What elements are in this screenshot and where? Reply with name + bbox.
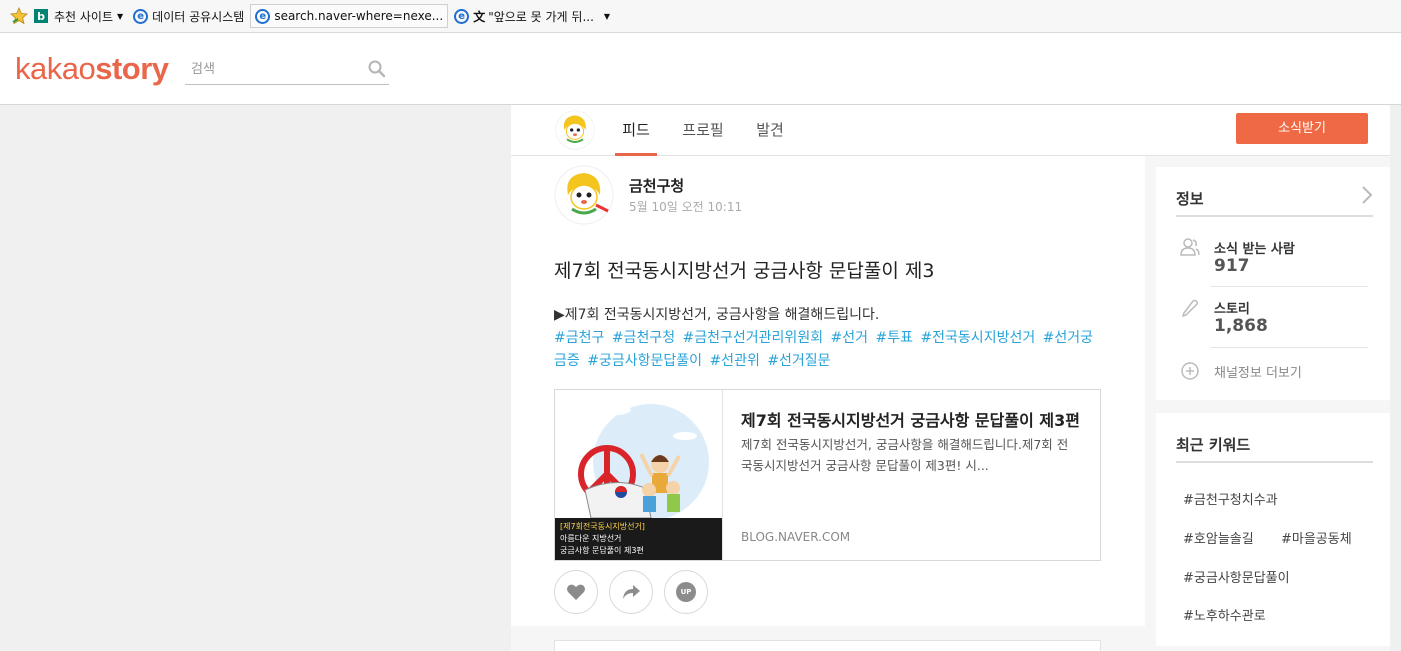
people-icon: [1180, 238, 1200, 256]
subscribe-button[interactable]: 소식받기: [1236, 113, 1368, 144]
author-avatar[interactable]: [554, 165, 614, 225]
info-panel-title: 정보: [1176, 190, 1204, 208]
keyword-item[interactable]: #궁금사항문답풀이: [1183, 567, 1290, 586]
keyword-item[interactable]: #마을공동체: [1281, 528, 1352, 547]
share-icon: [623, 585, 640, 599]
stories-label: 스토리: [1214, 302, 1250, 317]
election-illustration: [578, 404, 709, 520]
link-domain: BLOG.NAVER.COM: [741, 530, 851, 544]
like-button[interactable]: [554, 570, 598, 614]
link-thumbnail: [제7회전국동시지방선거] 아름다운 지방선거 궁금사항 문답풀이 제3편: [555, 390, 723, 560]
hashtag-link[interactable]: #선거질문: [767, 353, 830, 369]
hashtag-link[interactable]: #선관위: [709, 353, 759, 369]
kakaostory-logo[interactable]: kakaostory: [15, 51, 169, 87]
divider: [1210, 286, 1368, 287]
channel-info-more-link[interactable]: 채널정보 더보기: [1214, 362, 1302, 381]
link-preview-card[interactable]: [제7회전국동시지방선거] 아름다운 지방선거 궁금사항 문답풀이 제3편 제7…: [554, 389, 1101, 561]
share-button[interactable]: [609, 570, 653, 614]
bing-icon: b: [34, 9, 48, 23]
post-timestamp[interactable]: 5월 10일 오전 10:11: [629, 198, 742, 215]
info-panel: 정보 소식 받는 사람 917 스토리 1,868 채널정보 더보기: [1156, 167, 1390, 400]
keyword-item[interactable]: #금천구청치수과: [1183, 489, 1278, 508]
hashtag-link[interactable]: #금천구선거관리위원회: [683, 330, 824, 346]
hashtag-link[interactable]: #궁금사항문답풀이: [587, 353, 702, 369]
fav-recommended-sites[interactable]: b 추천 사이트 ▼: [30, 4, 127, 28]
favorites-star-icon[interactable]: [8, 5, 30, 27]
translate-icon: 文: [473, 9, 486, 24]
keyword-item[interactable]: #노후하수관로: [1183, 605, 1266, 624]
divider: [1176, 215, 1373, 217]
ie-icon: e: [255, 8, 271, 24]
plus-circle-icon[interactable]: [1180, 361, 1200, 381]
hashtag-link[interactable]: #금천구: [554, 330, 604, 346]
tab-discover[interactable]: 발견: [751, 105, 789, 156]
post-actions: UP: [554, 570, 719, 614]
site-header: kakaostory: [0, 33, 1401, 105]
post-title: 제7회 전국동시지방선거 궁금사항 문답풀이 제3: [554, 260, 935, 282]
up-icon: UP: [676, 582, 696, 602]
keyword-panel: 최근 키워드 #금천구청치수과 #호암늘솔길 #마을공동체 #궁금사항문답풀이 …: [1156, 413, 1390, 646]
thumbnail-caption: [제7회전국동시지방선거] 아름다운 지방선거 궁금사항 문답풀이 제3편: [555, 518, 722, 560]
chevron-down-icon: ▼: [117, 11, 124, 21]
hashtag-link[interactable]: #금천구청: [612, 330, 675, 346]
next-post-card: [554, 640, 1101, 651]
search-icon[interactable]: [367, 59, 387, 79]
subscribers-count: 917: [1214, 256, 1250, 276]
fav-naver-search[interactable]: e search.naver-where=nexe...: [250, 4, 449, 28]
divider: [1176, 461, 1373, 463]
ie-icon: e: [454, 8, 470, 24]
fav-article[interactable]: e 文 "앞으로 못 가게 뒤... ▼: [450, 4, 614, 28]
divider: [1210, 347, 1368, 348]
hashtag-link[interactable]: #투표: [875, 330, 913, 346]
ie-icon: e: [133, 8, 149, 24]
tab-feed[interactable]: 피드: [615, 105, 657, 156]
favorites-bar: b 추천 사이트 ▼ e 데이터 공유시스템 e search.naver-wh…: [0, 0, 1401, 33]
chevron-down-icon: ▼: [603, 11, 611, 21]
hashtag-link[interactable]: #선거: [831, 330, 869, 346]
channel-avatar[interactable]: [555, 110, 595, 150]
search-input[interactable]: [185, 56, 355, 82]
link-description: 제7회 전국동시지방선거, 궁금사항을 해결해드립니다.제7회 전국동시지방선거…: [741, 437, 1069, 473]
tab-profile[interactable]: 프로필: [679, 105, 727, 156]
feed-post: 금천구청 5월 10일 오전 10:11 제7회 전국동시지방선거 궁금사항 문…: [511, 156, 1145, 626]
heart-icon: [567, 584, 585, 600]
stories-count: 1,868: [1214, 316, 1268, 336]
chevron-right-icon[interactable]: [1360, 185, 1374, 205]
search-box: [185, 56, 389, 85]
profile-nav: 피드 프로필 발견 소식받기: [511, 105, 1390, 156]
pencil-icon: [1181, 299, 1199, 317]
post-author[interactable]: 금천구청: [629, 175, 684, 196]
hashtag-list: #금천구 #금천구청 #금천구선거관리위원회 #선거 #투표 #전국동시지방선거…: [554, 327, 1104, 373]
hashtag-link[interactable]: #전국동시지방선거: [920, 330, 1035, 346]
subscribers-label: 소식 받는 사람: [1214, 242, 1295, 257]
keyword-panel-title: 최근 키워드: [1176, 436, 1251, 454]
link-title[interactable]: 제7회 전국동시지방선거 궁금사항 문답풀이 제3편: [741, 407, 1083, 431]
keyword-item[interactable]: #호암늘솔길: [1183, 528, 1254, 547]
fav-data-sharing[interactable]: e 데이터 공유시스템: [129, 4, 248, 28]
post-body: ▶제7회 전국동시지방선거, 궁금사항을 해결해드립니다. #금천구 #금천구청…: [554, 304, 1104, 373]
up-button[interactable]: UP: [664, 570, 708, 614]
